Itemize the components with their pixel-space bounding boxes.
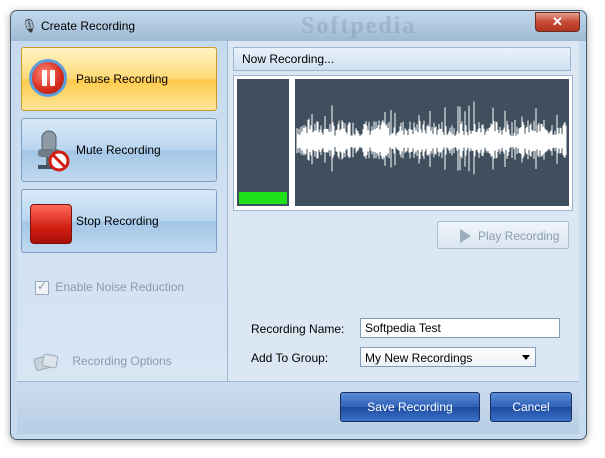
play-icon (460, 229, 471, 243)
close-button[interactable]: ✕ (535, 12, 580, 32)
mute-recording-button[interactable]: Mute Recording (21, 118, 217, 182)
pause-icon (29, 59, 67, 97)
options-icon (33, 353, 59, 371)
waveform-graphic (296, 101, 567, 175)
group-select-value: My New Recordings (365, 351, 473, 365)
recording-panel: Now Recording... Play Recording Recordin… (233, 47, 579, 377)
title-bar[interactable]: 🎙 Create Recording Softpedia ✕ (11, 11, 586, 41)
recording-options-link[interactable]: Recording Options (33, 353, 172, 371)
level-meter (237, 79, 289, 206)
recording-name-input[interactable]: Softpedia Test (360, 318, 560, 338)
stop-icon (30, 204, 72, 244)
recording-options-label: Recording Options (72, 354, 172, 369)
audio-visualizer (233, 75, 573, 211)
mute-recording-label: Mute Recording (76, 143, 161, 157)
chevron-down-icon (522, 355, 530, 360)
waveform-display (295, 79, 569, 206)
window-title: Create Recording (41, 19, 136, 33)
pause-recording-button[interactable]: Pause Recording (21, 47, 217, 111)
add-to-group-label: Add To Group: (251, 351, 329, 365)
group-select[interactable]: My New Recordings (360, 347, 536, 367)
dialog-footer: Save Recording Cancel (17, 381, 579, 434)
dialog-body: Pause Recording Mute Recording Stop Reco… (17, 41, 579, 434)
play-recording-label: Play Recording (478, 229, 560, 243)
recording-status-text: Now Recording... (242, 52, 335, 66)
pause-recording-label: Pause Recording (76, 72, 169, 86)
stop-recording-button[interactable]: Stop Recording (21, 189, 217, 253)
recording-name-label: Recording Name: (251, 322, 345, 336)
microphone-mute-icon (38, 130, 70, 172)
close-icon: ✕ (552, 14, 563, 29)
save-recording-label: Save Recording (367, 400, 453, 414)
create-recording-window: 🎙 Create Recording Softpedia ✕ Pause Rec… (10, 10, 587, 440)
noise-reduction-option[interactable]: Enable Noise Reduction (35, 279, 185, 295)
level-meter-fill (239, 192, 287, 204)
noise-reduction-checkbox[interactable] (35, 279, 49, 295)
stop-recording-label: Stop Recording (76, 214, 159, 228)
softpedia-watermark: Softpedia (301, 13, 417, 39)
recording-status-header: Now Recording... (233, 47, 571, 71)
cancel-button[interactable]: Cancel (490, 392, 572, 422)
action-panel: Pause Recording Mute Recording Stop Reco… (17, 41, 228, 381)
recording-name-value: Softpedia Test (365, 321, 441, 335)
play-recording-button[interactable]: Play Recording (437, 221, 569, 249)
noise-reduction-label: Enable Noise Reduction (55, 280, 185, 294)
save-recording-button[interactable]: Save Recording (340, 392, 480, 422)
cancel-label: Cancel (512, 400, 550, 414)
microphone-icon: 🎙 (21, 18, 38, 33)
